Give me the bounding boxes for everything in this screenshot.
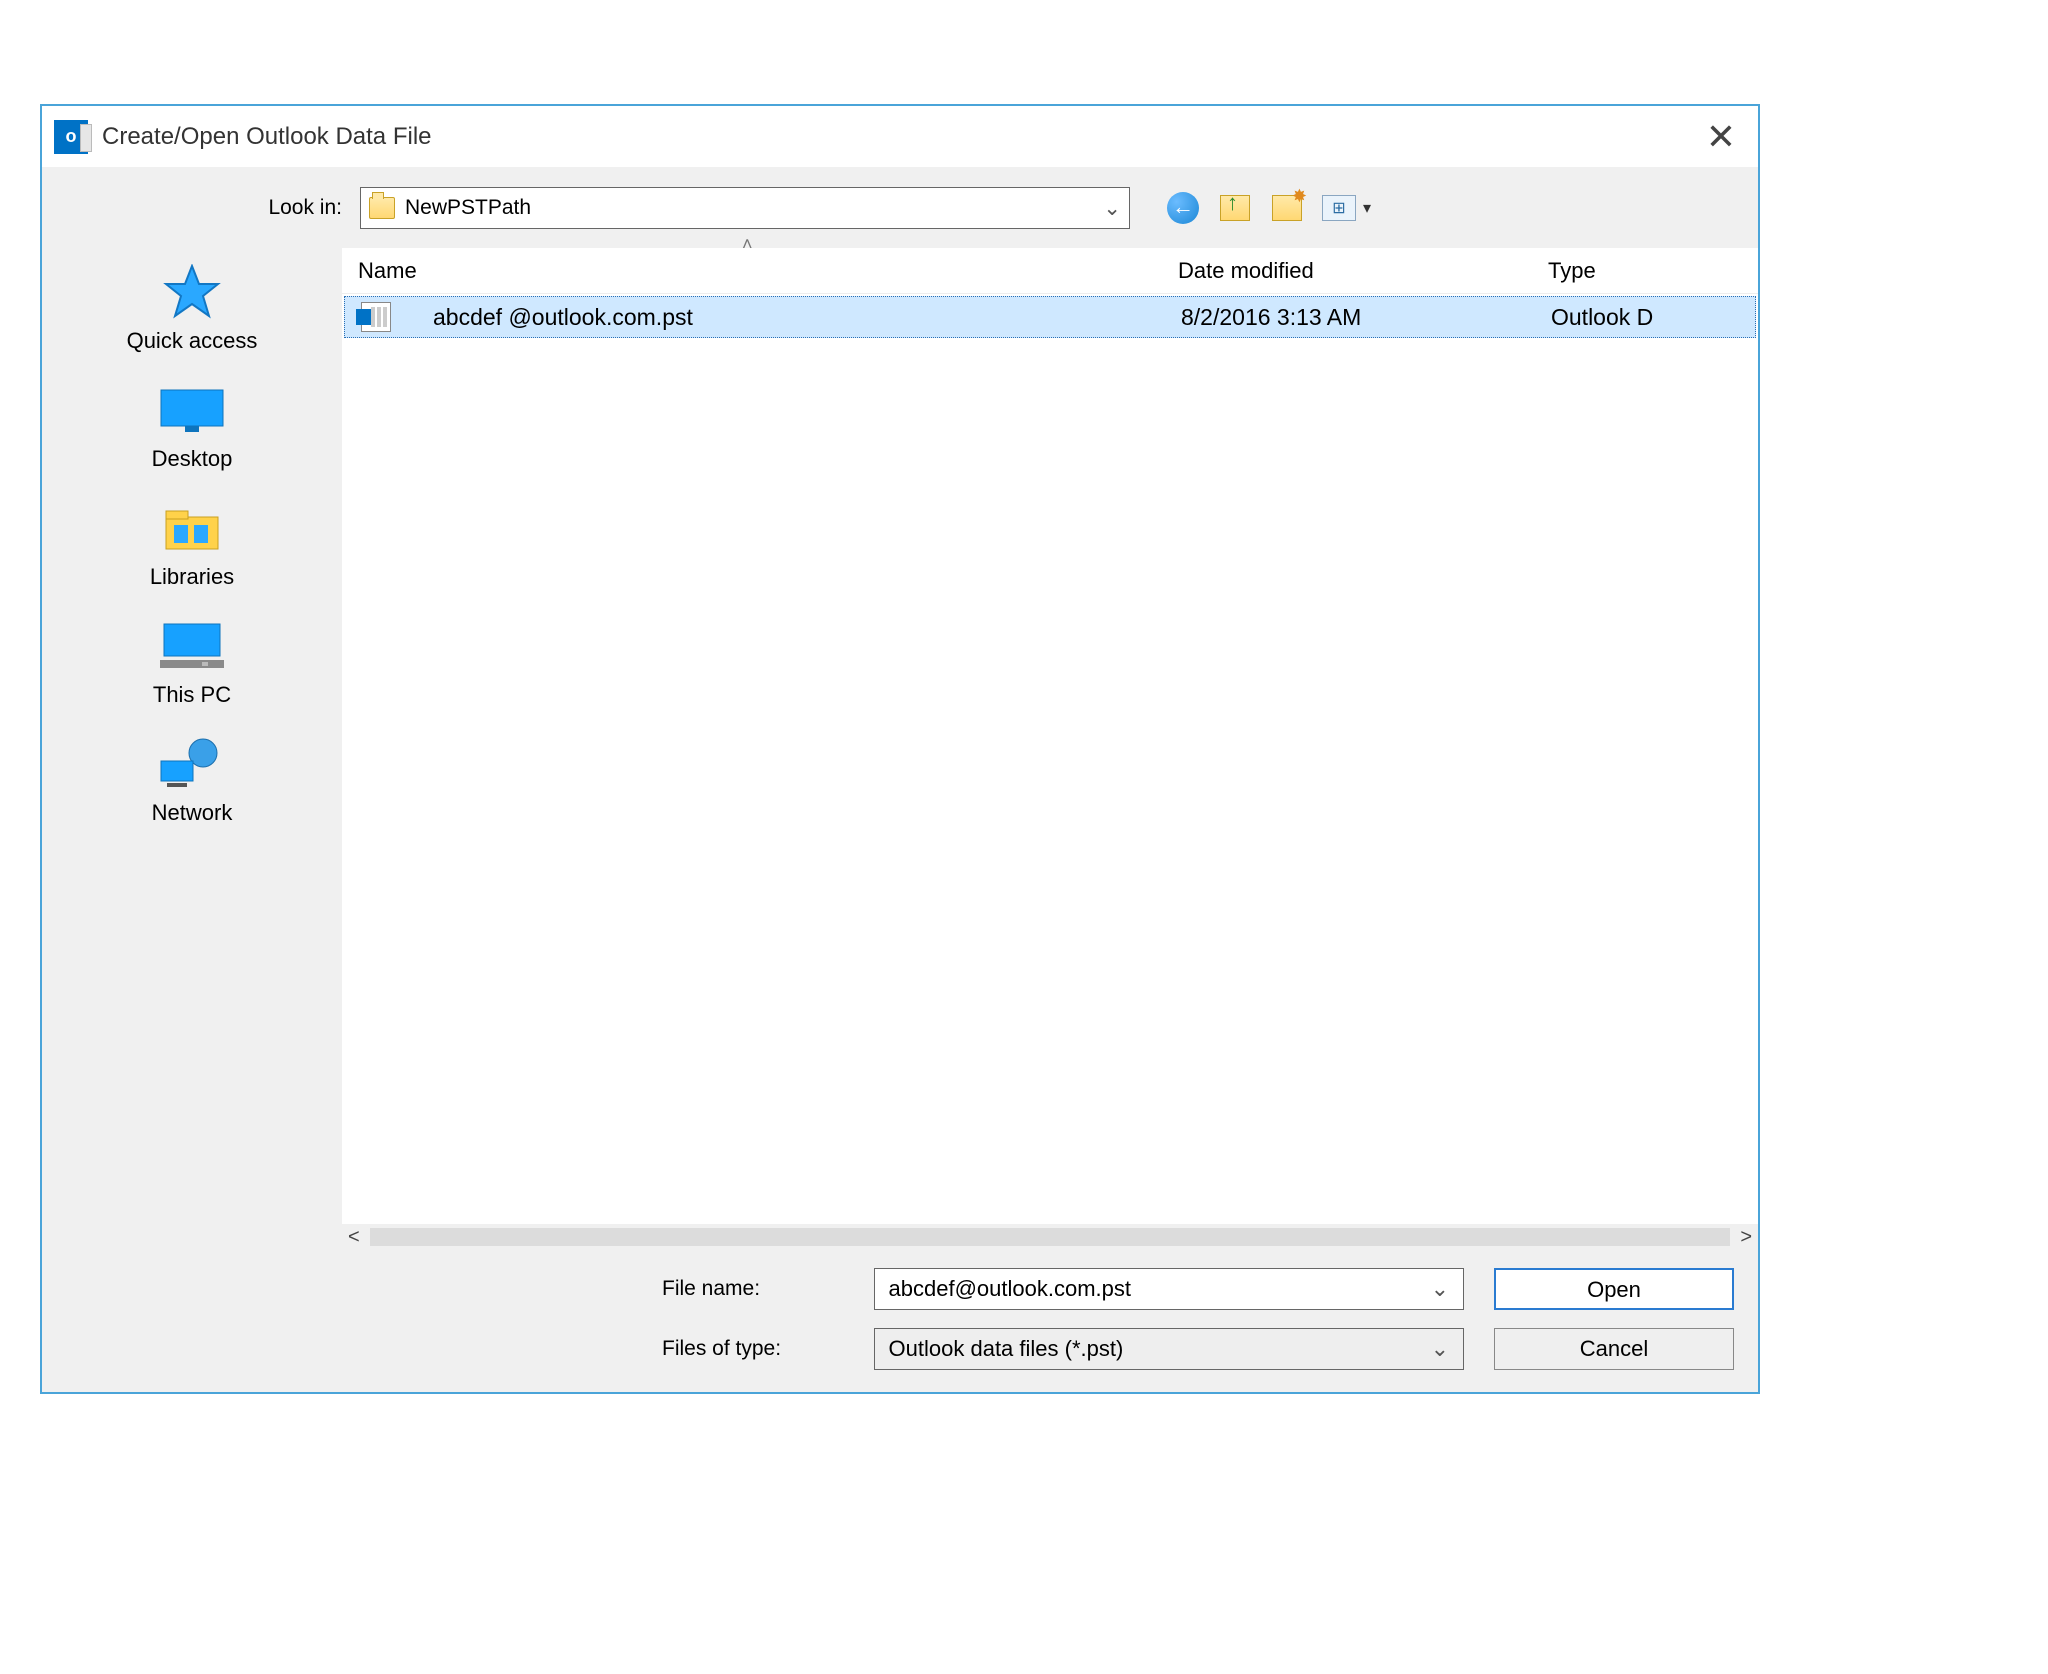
col-type[interactable]: Type xyxy=(1548,258,1758,284)
chevron-down-icon: ⌄ xyxy=(1431,1336,1449,1362)
places-libraries[interactable]: Libraries xyxy=(42,500,342,590)
open-file-dialog: o Create/Open Outlook Data File ✕ Look i… xyxy=(40,104,1760,1394)
outlook-app-icon: o xyxy=(54,120,88,154)
bottom-controls: File name: abcdef@outlook.com.pst ⌄ Open… xyxy=(342,1250,1758,1392)
chevron-down-icon: ⌄ xyxy=(1103,196,1121,221)
file-date-cell: 8/2/2016 3:13 AM xyxy=(1181,304,1551,331)
files-of-type-combo[interactable]: Outlook data files (*.pst) ⌄ xyxy=(874,1328,1464,1370)
col-date-modified[interactable]: Date modified xyxy=(1178,258,1548,284)
lookin-row: Look in: NewPSTPath ⌄ ← ⊞ xyxy=(42,168,1758,248)
horizontal-scrollbar[interactable]: < > xyxy=(342,1224,1758,1250)
places-bar: Quick access Desktop Libraries This PC xyxy=(42,248,342,1392)
dialog-body: Quick access Desktop Libraries This PC xyxy=(42,248,1758,1392)
close-icon[interactable]: ✕ xyxy=(1696,119,1746,155)
this-pc-icon xyxy=(156,618,228,674)
file-panel: ˄ Name Date modified Type abcdef @outloo… xyxy=(342,248,1758,1392)
folder-icon xyxy=(369,197,395,219)
desktop-icon xyxy=(156,382,228,438)
scroll-left-icon[interactable]: < xyxy=(348,1226,360,1249)
places-network[interactable]: Network xyxy=(42,736,342,826)
file-name-value: abcdef@outlook.com.pst xyxy=(889,1276,1131,1302)
pst-file-icon xyxy=(361,302,391,332)
libraries-icon xyxy=(156,500,228,556)
places-label: This PC xyxy=(153,682,231,708)
lookin-label: Look in: xyxy=(222,196,342,220)
file-list-header: ˄ Name Date modified Type xyxy=(342,248,1758,294)
nav-back-button[interactable]: ← xyxy=(1166,191,1200,225)
places-label: Network xyxy=(152,800,233,826)
lookin-value: NewPSTPath xyxy=(405,196,531,220)
chevron-down-icon: ⌄ xyxy=(1431,1276,1449,1302)
places-label: Quick access xyxy=(127,328,258,354)
nav-up-button[interactable] xyxy=(1218,191,1252,225)
nav-icons: ← ⊞ xyxy=(1166,191,1356,225)
files-of-type-label: Files of type: xyxy=(662,1337,844,1361)
nav-new-folder-button[interactable] xyxy=(1270,191,1304,225)
file-name-label: File name: xyxy=(662,1277,844,1301)
open-button[interactable]: Open xyxy=(1494,1268,1734,1310)
sort-indicator-icon: ˄ xyxy=(742,234,753,255)
places-label: Libraries xyxy=(150,564,234,590)
places-label: Desktop xyxy=(152,446,233,472)
places-this-pc[interactable]: This PC xyxy=(42,618,342,708)
places-quick-access[interactable]: Quick access xyxy=(42,264,342,354)
file-name-combo[interactable]: abcdef@outlook.com.pst ⌄ xyxy=(874,1268,1464,1310)
dialog-title: Create/Open Outlook Data File xyxy=(102,123,1682,151)
file-row[interactable]: abcdef @outlook.com.pst 8/2/2016 3:13 AM… xyxy=(344,296,1756,338)
places-desktop[interactable]: Desktop xyxy=(42,382,342,472)
file-type-cell: Outlook D xyxy=(1551,304,1755,331)
titlebar: o Create/Open Outlook Data File ✕ xyxy=(42,106,1758,168)
network-icon xyxy=(156,736,228,792)
scroll-track[interactable] xyxy=(370,1228,1731,1246)
nav-views-button[interactable]: ⊞ xyxy=(1322,191,1356,225)
file-name-cell: abcdef @outlook.com.pst xyxy=(405,304,693,331)
col-name[interactable]: Name xyxy=(358,258,1178,284)
files-of-type-value: Outlook data files (*.pst) xyxy=(889,1336,1124,1362)
cancel-button[interactable]: Cancel xyxy=(1494,1328,1734,1370)
scroll-right-icon[interactable]: > xyxy=(1740,1226,1752,1249)
quick-access-icon xyxy=(156,264,228,320)
file-list-body[interactable]: abcdef @outlook.com.pst 8/2/2016 3:13 AM… xyxy=(342,294,1758,1224)
lookin-combo[interactable]: NewPSTPath ⌄ xyxy=(360,187,1130,229)
